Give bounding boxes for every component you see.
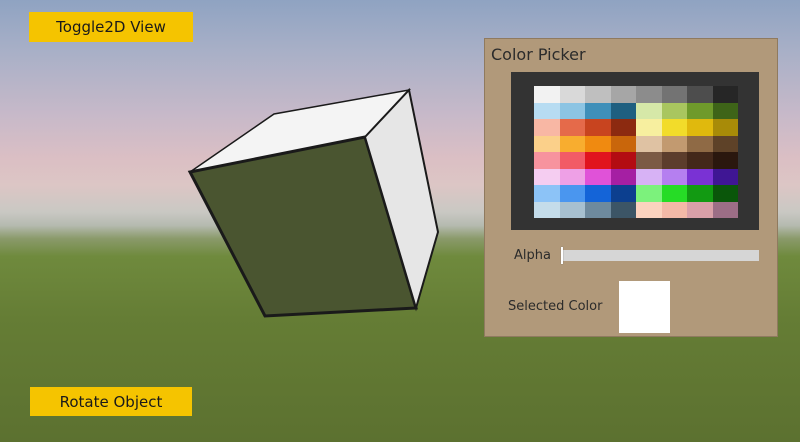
alpha-slider[interactable] bbox=[561, 247, 759, 264]
color-swatch[interactable] bbox=[559, 185, 585, 202]
color-swatch[interactable] bbox=[585, 185, 611, 202]
color-swatch[interactable] bbox=[534, 102, 560, 119]
color-swatch[interactable] bbox=[559, 86, 585, 103]
color-swatch[interactable] bbox=[636, 201, 662, 218]
color-swatch[interactable] bbox=[585, 86, 611, 103]
selected-color-preview bbox=[619, 281, 670, 333]
color-swatch[interactable] bbox=[610, 119, 636, 136]
color-swatch[interactable] bbox=[687, 185, 713, 202]
color-swatch[interactable] bbox=[712, 119, 738, 136]
color-swatch[interactable] bbox=[559, 135, 585, 152]
color-swatch[interactable] bbox=[610, 102, 636, 119]
color-swatch[interactable] bbox=[661, 185, 687, 202]
color-swatch[interactable] bbox=[559, 102, 585, 119]
color-swatch[interactable] bbox=[636, 152, 662, 169]
color-swatch[interactable] bbox=[636, 102, 662, 119]
color-swatch[interactable] bbox=[687, 102, 713, 119]
color-swatch[interactable] bbox=[661, 102, 687, 119]
color-swatch[interactable] bbox=[687, 152, 713, 169]
color-swatch[interactable] bbox=[534, 119, 560, 136]
color-swatch[interactable] bbox=[610, 86, 636, 103]
color-swatch[interactable] bbox=[585, 201, 611, 218]
color-swatch[interactable] bbox=[712, 152, 738, 169]
color-swatch[interactable] bbox=[559, 152, 585, 169]
swatch-grid bbox=[534, 86, 738, 218]
color-swatch[interactable] bbox=[559, 201, 585, 218]
color-swatch[interactable] bbox=[585, 152, 611, 169]
color-swatch[interactable] bbox=[661, 135, 687, 152]
color-swatch[interactable] bbox=[534, 201, 560, 218]
color-swatch[interactable] bbox=[610, 201, 636, 218]
color-swatch[interactable] bbox=[687, 119, 713, 136]
rotate-object-button[interactable]: Rotate Object bbox=[30, 387, 192, 416]
selected-color-label: Selected Color bbox=[508, 299, 603, 314]
color-swatch[interactable] bbox=[712, 168, 738, 185]
color-swatch[interactable] bbox=[687, 201, 713, 218]
toggle-2d-view-button[interactable]: Toggle2D View bbox=[29, 12, 193, 42]
cube[interactable] bbox=[187, 87, 440, 318]
color-swatch[interactable] bbox=[610, 135, 636, 152]
color-swatch[interactable] bbox=[687, 135, 713, 152]
color-swatch[interactable] bbox=[610, 185, 636, 202]
color-swatch[interactable] bbox=[585, 135, 611, 152]
color-swatch[interactable] bbox=[712, 135, 738, 152]
color-swatch[interactable] bbox=[687, 86, 713, 103]
color-swatch[interactable] bbox=[585, 119, 611, 136]
color-picker-title: Color Picker bbox=[491, 45, 586, 64]
color-swatch[interactable] bbox=[534, 86, 560, 103]
color-swatch[interactable] bbox=[661, 168, 687, 185]
color-swatch[interactable] bbox=[610, 168, 636, 185]
color-swatch[interactable] bbox=[712, 102, 738, 119]
color-swatch[interactable] bbox=[610, 152, 636, 169]
color-palette bbox=[511, 72, 759, 230]
color-swatch[interactable] bbox=[712, 185, 738, 202]
color-swatch[interactable] bbox=[661, 86, 687, 103]
color-swatch[interactable] bbox=[534, 168, 560, 185]
color-swatch[interactable] bbox=[636, 135, 662, 152]
color-swatch[interactable] bbox=[712, 201, 738, 218]
color-swatch[interactable] bbox=[712, 86, 738, 103]
color-swatch[interactable] bbox=[636, 185, 662, 202]
color-picker-panel: Color Picker Alpha Selected Color bbox=[484, 38, 778, 337]
alpha-slider-handle[interactable] bbox=[561, 247, 563, 264]
color-swatch[interactable] bbox=[687, 168, 713, 185]
color-swatch[interactable] bbox=[585, 168, 611, 185]
color-swatch[interactable] bbox=[661, 152, 687, 169]
color-swatch[interactable] bbox=[534, 135, 560, 152]
color-swatch[interactable] bbox=[661, 201, 687, 218]
color-swatch[interactable] bbox=[559, 119, 585, 136]
color-swatch[interactable] bbox=[534, 152, 560, 169]
color-swatch[interactable] bbox=[636, 168, 662, 185]
color-swatch[interactable] bbox=[585, 102, 611, 119]
color-swatch[interactable] bbox=[559, 168, 585, 185]
color-swatch[interactable] bbox=[534, 185, 560, 202]
color-swatch[interactable] bbox=[636, 86, 662, 103]
alpha-label: Alpha bbox=[514, 248, 551, 263]
color-swatch[interactable] bbox=[636, 119, 662, 136]
color-swatch[interactable] bbox=[661, 119, 687, 136]
